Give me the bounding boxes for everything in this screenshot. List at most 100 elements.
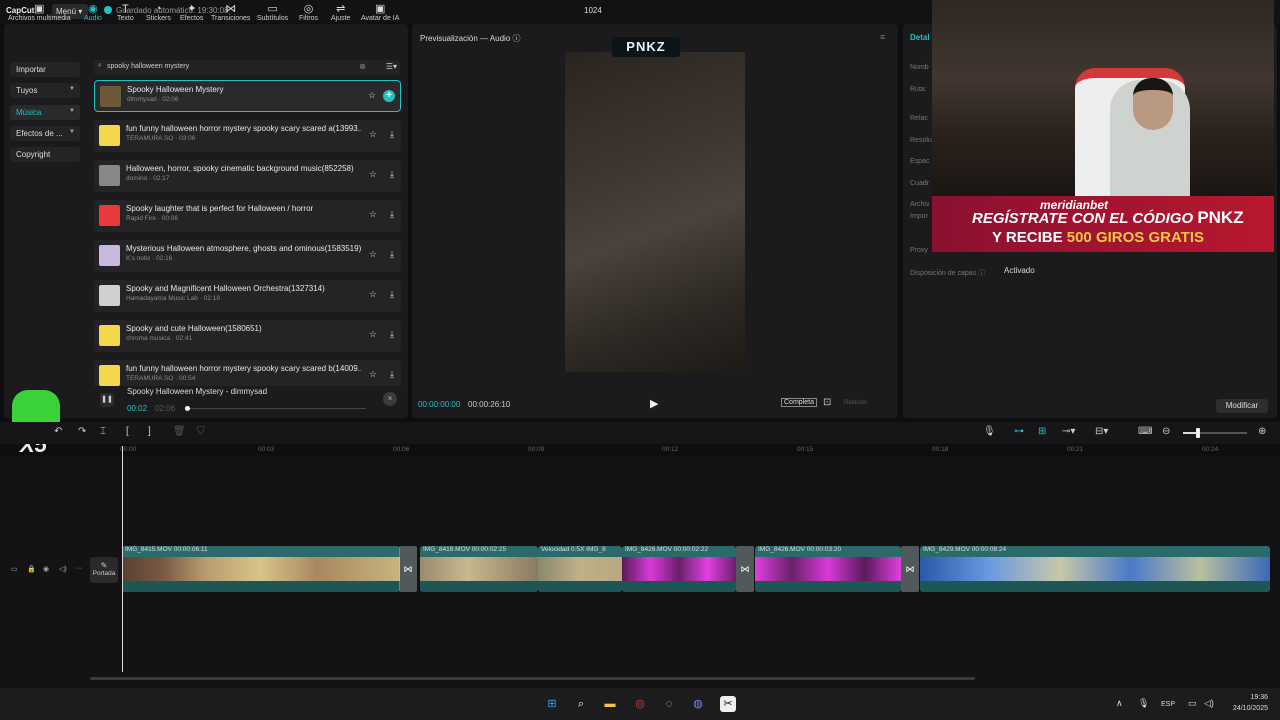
tab-media[interactable]: ▣ Archivos multimedia	[8, 3, 71, 22]
mute-icon[interactable]: ◁)	[59, 565, 67, 573]
tab-adjust[interactable]: ⇌ Ajuste	[331, 3, 350, 22]
close-icon[interactable]: ×	[383, 392, 397, 406]
redo-icon[interactable]: ↷	[78, 426, 86, 437]
visibility-icon[interactable]: ◉	[43, 565, 49, 573]
star-icon[interactable]: ☆	[369, 169, 377, 180]
link-icon[interactable]: ⊶	[1014, 426, 1024, 437]
video-clip[interactable]: IMG_8426.MOV 00:00:03:20	[755, 546, 901, 592]
info-icon[interactable]: ⓘ	[513, 34, 521, 43]
info-icon[interactable]: ⓘ	[978, 270, 985, 277]
language-indicator[interactable]: ESP	[1161, 701, 1175, 708]
download-icon[interactable]: ⤓	[390, 289, 394, 300]
download-icon[interactable]: ⤓	[390, 169, 394, 180]
zoom-slider-knob[interactable]	[1196, 428, 1200, 438]
track-item[interactable]: Spooky and Magnificent Halloween Orchest…	[94, 280, 401, 312]
pause-icon[interactable]: ❚❚	[100, 393, 114, 407]
preview-axis-icon[interactable]: ⊟▾	[1095, 426, 1108, 437]
modify-button[interactable]: Modificar	[1216, 399, 1268, 413]
download-icon[interactable]: ⤓	[390, 129, 394, 140]
clear-icon[interactable]: ⊗	[359, 62, 366, 71]
snap-icon[interactable]: ⊞	[1038, 426, 1046, 437]
star-icon[interactable]: ☆	[369, 249, 377, 260]
clock-time[interactable]: 19:36	[1236, 694, 1268, 701]
tab-subtitles[interactable]: ▭ Subtítulos	[257, 3, 288, 22]
add-icon[interactable]: +	[383, 90, 395, 102]
player-progress-knob[interactable]	[185, 406, 190, 411]
playhead[interactable]	[122, 446, 123, 672]
tab-audio[interactable]: ◉ Audio	[84, 3, 102, 22]
menu-icon[interactable]: ≡	[880, 32, 885, 42]
volume-icon[interactable]: ◁)	[1204, 698, 1214, 709]
clock-date[interactable]: 24/10/2025	[1226, 705, 1268, 712]
video-clip[interactable]: IMG_8415.MOV 00:00:06:11	[122, 546, 400, 592]
trim-right-icon[interactable]: ]	[148, 426, 151, 437]
transition-icon[interactable]: ⋈	[399, 546, 417, 592]
sidebar-item-music[interactable]: Música ▼	[10, 105, 80, 120]
chrome-icon[interactable]: ◎	[632, 696, 648, 712]
transition-icon[interactable]: ⋈	[901, 546, 919, 592]
star-icon[interactable]: ☆	[369, 329, 377, 340]
download-icon[interactable]: ⤓	[390, 209, 394, 220]
cover-button[interactable]: ✎ Portada	[90, 557, 118, 583]
sidebar-item-import[interactable]: Importar	[10, 62, 80, 77]
tab-transitions[interactable]: ⋈ Transiciones	[211, 3, 250, 22]
video-clip[interactable]: IMG_8429.MOV 00:00:08:24	[920, 546, 1270, 592]
transition-icon[interactable]: ⋈	[736, 546, 754, 592]
microphone-icon[interactable]: 🎙	[983, 426, 996, 437]
star-icon[interactable]: ☆	[369, 209, 377, 220]
track-cover-icon[interactable]: ▭	[11, 565, 18, 573]
star-icon[interactable]: ☆	[369, 129, 377, 140]
download-icon[interactable]: ⤓	[390, 369, 394, 380]
delete-icon[interactable]: 🗑	[173, 426, 186, 437]
zoom-out-icon[interactable]: ⊖	[1162, 426, 1170, 437]
microphone-icon[interactable]: 🎙	[1138, 698, 1149, 709]
video-clip[interactable]: IMG_8426.MOV 00:00:02:22	[622, 546, 736, 592]
tab-text[interactable]: T Texto	[117, 3, 134, 22]
split-icon[interactable]: ⌶	[100, 426, 106, 437]
track-item[interactable]: Mysterious Halloween atmosphere, ghosts …	[94, 240, 401, 272]
timeline-scrollbar[interactable]	[90, 677, 975, 680]
trim-left-icon[interactable]: [	[126, 426, 129, 437]
tab-filters[interactable]: ◎ Filtros	[299, 3, 318, 22]
screenshot-icon[interactable]: ⊡	[823, 397, 831, 408]
search-icon[interactable]: ⌕	[573, 696, 589, 712]
lock-icon[interactable]: 🔒	[27, 565, 36, 573]
video-clip[interactable]: Velocidad 0.5X IMG_8	[538, 546, 622, 592]
filter-icon[interactable]: ☰▾	[386, 62, 397, 71]
sidebar-item-yours[interactable]: Tuyos ▼	[10, 83, 80, 98]
discord-icon[interactable]: ◍	[690, 696, 706, 712]
star-icon[interactable]: ☆	[369, 369, 377, 380]
chevron-up-icon[interactable]: ∧	[1116, 698, 1123, 709]
more-icon[interactable]: ···	[75, 565, 82, 572]
tab-stickers[interactable]: ◔ Stickers	[146, 3, 171, 22]
zoom-in-icon[interactable]: ⊕	[1258, 426, 1266, 437]
track-item[interactable]: Spooky and cute Halloween(1580651) chroma…	[94, 320, 401, 352]
obs-icon[interactable]: ◌	[661, 696, 677, 712]
track-item[interactable]: Spooky laughter that is perfect for Hall…	[94, 200, 401, 232]
file-explorer-icon[interactable]: ▬	[602, 696, 618, 712]
track-item[interactable]: Spooky Halloween Mystery dimmysad · 02:06…	[94, 80, 401, 112]
undo-icon[interactable]: ↶	[54, 426, 62, 437]
star-icon[interactable]: ☆	[369, 289, 377, 300]
sidebar-item-copyright[interactable]: Copyright	[10, 147, 80, 162]
shield-icon[interactable]: ⛉	[197, 426, 205, 437]
keyboard-icon[interactable]: ⌨	[1138, 426, 1152, 437]
preview-video[interactable]	[565, 52, 745, 372]
tab-effects[interactable]: ✦ Efectos	[180, 3, 203, 22]
fit-button[interactable]: Completa	[781, 398, 817, 407]
download-icon[interactable]: ⤓	[390, 329, 394, 340]
play-icon[interactable]: ▶	[650, 397, 658, 410]
windows-start-icon[interactable]: ⊞	[544, 696, 560, 712]
tab-ai-avatar[interactable]: ▣ Avatar de IA	[361, 3, 399, 22]
sidebar-item-sound-effects[interactable]: Efectos de ... ▼	[10, 126, 80, 141]
network-icon[interactable]: ▭	[1188, 698, 1197, 709]
player-progress-bar[interactable]	[186, 408, 366, 409]
track-item[interactable]: fun funny halloween horror mystery spook…	[94, 120, 401, 152]
capcut-icon[interactable]: ✂	[720, 696, 736, 712]
ratio-button[interactable]: Relación	[844, 400, 867, 406]
chain-icon[interactable]: ⊸▾	[1062, 426, 1075, 437]
download-icon[interactable]: ⤓	[390, 249, 394, 260]
star-icon[interactable]: ☆	[368, 90, 376, 101]
search-input[interactable]: ⌕ spooky halloween mystery ⊗ ☰▾	[94, 60, 400, 75]
video-clip[interactable]: IMG_8418.MOV 00:00:02:25	[420, 546, 538, 592]
